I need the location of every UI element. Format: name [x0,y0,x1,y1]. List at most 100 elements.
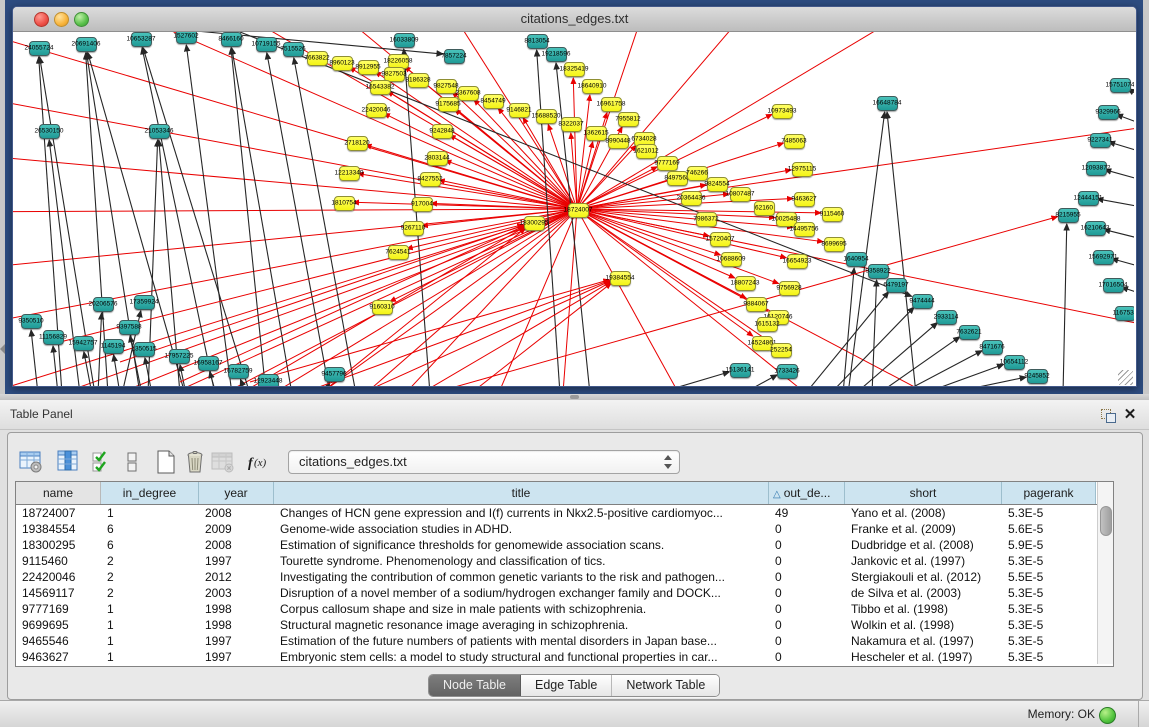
network-node[interactable]: 2718120 [347,136,368,151]
column-header-out_de[interactable]: △out_de... [769,482,845,504]
network-node[interactable]: 1640954 [846,252,867,267]
network-node[interactable]: 8186328 [408,73,429,88]
network-node[interactable]: 1615132 [757,317,778,332]
network-node[interactable]: 22420046 [366,103,387,118]
network-node[interactable]: 10719155 [256,37,277,52]
network-node[interactable]: 17359924 [134,295,155,310]
column-header-in_degree[interactable]: in_degree [101,482,199,504]
column-header-short[interactable]: short [845,482,1002,504]
table-row[interactable]: 2242004622012Investigating the contribut… [16,569,1113,585]
function-builder-icon[interactable]: f(x) [246,449,272,475]
network-node[interactable]: 16033809 [394,33,415,48]
network-node[interactable]: 9115460 [822,207,843,222]
table-row[interactable]: 969969511998Structural magnetic resonanc… [16,617,1113,633]
network-node[interactable]: 8912955 [358,60,379,75]
network-node[interactable]: 15692971 [1093,250,1114,265]
close-panel-icon[interactable]: ✕ [1122,406,1138,424]
network-node[interactable]: 15720407 [710,232,731,247]
network-node[interactable]: 9824554 [707,177,728,192]
network-node[interactable]: 12923448 [258,374,279,387]
network-node[interactable]: 252254 [771,343,792,358]
network-node[interactable]: 12093872 [1086,161,1107,176]
window-resize-grip[interactable] [1118,370,1133,385]
network-node[interactable]: 10688609 [721,252,742,267]
network-node[interactable]: 10807487 [730,187,751,202]
network-node[interactable]: 16782759 [228,364,249,379]
network-node[interactable]: 10973493 [772,104,793,119]
network-node[interactable]: 7663822 [307,51,328,66]
window-titlebar[interactable]: citations_edges.txt [13,7,1136,32]
delete-column-icon[interactable] [210,449,236,475]
network-node[interactable]: 16648784 [877,96,898,111]
split-collapse-icon[interactable] [0,344,5,354]
tab-network-table[interactable]: Network Table [612,675,719,696]
tab-node-table[interactable]: Node Table [429,675,521,696]
network-node[interactable]: 8990448 [608,134,629,149]
network-node[interactable]: 9463627 [794,192,815,207]
network-node[interactable]: 1145194 [103,339,124,354]
network-node[interactable]: 24055724 [29,41,50,56]
network-node[interactable]: 18640910 [582,79,603,94]
network-node[interactable]: 7986372 [696,212,717,227]
network-node[interactable]: 1167534 [1115,306,1135,321]
network-node[interactable]: 9350510 [21,314,42,329]
network-node[interactable]: 2803144 [427,151,448,166]
network-node[interactable]: 12213349 [339,166,360,181]
network-node[interactable]: 8497568 [667,171,688,186]
network-node[interactable]: 1810754 [334,196,355,211]
network-node[interactable]: 9227341 [1090,133,1111,148]
network-node[interactable]: 8699695 [824,237,845,252]
network-node[interactable]: 9329966 [1098,105,1119,120]
network-node[interactable]: 7515526 [283,42,304,57]
network-node[interactable]: 12444151 [1078,191,1099,206]
network-node[interactable]: 9160310 [372,300,393,315]
column-header-name[interactable]: name [16,482,101,504]
network-node[interactable]: 6479197 [886,278,907,293]
network-node[interactable]: 9827548 [436,79,457,94]
network-node[interactable]: 8466160 [221,32,242,47]
column-header-title[interactable]: title [274,482,769,504]
scrollbar-thumb[interactable] [1100,506,1112,536]
network-node[interactable]: 7857224 [444,49,465,64]
table-row[interactable]: 1830029562008Estimation of significance … [16,537,1113,553]
network-node[interactable]: 9245852 [1027,369,1048,384]
network-node[interactable]: 9474444 [912,294,933,309]
network-node[interactable]: 7955812 [618,112,639,127]
network-node[interactable]: 9884067 [746,297,767,312]
network-node[interactable]: 8454749 [483,94,504,109]
network-node[interactable]: 16961758 [601,97,622,112]
network-node[interactable]: 21053346 [149,124,170,139]
network-node[interactable]: 8960123 [332,56,353,71]
float-panel-icon[interactable] [1101,409,1117,423]
table-row[interactable]: 1938455462009Genome-wide association stu… [16,521,1113,537]
network-node[interactable]: 17016504 [1103,278,1124,293]
network-node[interactable]: 2367608 [458,86,479,101]
network-node[interactable]: 20206576 [93,297,114,312]
network-node[interactable]: 62160 [754,201,775,216]
network-node[interactable]: 917004 [412,197,433,212]
network-node[interactable]: 9146821 [509,103,530,118]
network-node[interactable]: 16654923 [787,254,808,269]
network-node[interactable]: 15688520 [536,109,557,124]
select-rows-icon[interactable] [90,449,116,475]
network-node[interactable]: 20691406 [76,37,97,52]
table-scrollbar[interactable] [1097,482,1113,664]
network-node[interactable]: 18807243 [735,276,756,291]
table-row[interactable]: 977716911998Corpus callosum shape and si… [16,601,1113,617]
row-height-icon[interactable] [119,449,145,475]
network-node[interactable]: 16958167 [198,356,219,371]
network-node[interactable]: 18300295 [524,216,545,231]
network-node[interactable]: 15136141 [730,363,751,378]
network-node[interactable]: 9756928 [779,281,800,296]
network-node[interactable]: 15751074 [1110,78,1131,93]
network-node[interactable]: 10654112 [1004,355,1025,370]
network-node[interactable]: 1362615 [586,126,607,141]
network-node[interactable]: 8427552 [420,172,441,187]
network-node[interactable]: 8471676 [982,340,1003,355]
network-node[interactable]: 17957225 [169,349,190,364]
new-table-icon[interactable] [153,449,179,475]
network-node[interactable]: 26530150 [39,124,60,139]
network-node[interactable]: 9457796 [324,367,345,382]
network-node[interactable]: 14495756 [794,222,815,237]
network-node[interactable]: 18724007 [568,203,589,218]
